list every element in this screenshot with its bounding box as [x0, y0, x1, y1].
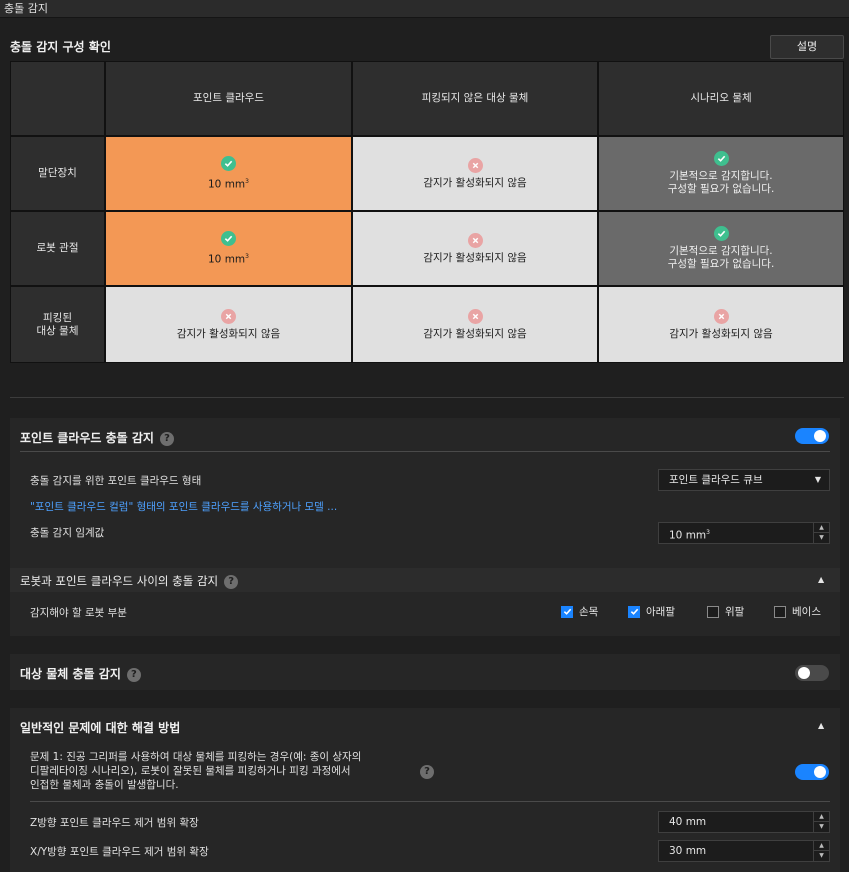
spin-down-icon[interactable]: ▼ [814, 851, 829, 861]
config-title: 충돌 감지 구성 확인 [10, 40, 111, 54]
cross-icon [467, 308, 483, 324]
section-divider [10, 397, 844, 398]
target-toggle[interactable] [795, 665, 829, 681]
xy-range-label: X/Y방향 포인트 클라우드 제거 범위 확장 [30, 846, 209, 858]
chevron-up-icon[interactable]: ▲ [818, 575, 824, 584]
cross-icon [467, 157, 483, 173]
faq-q1-toggle[interactable] [795, 764, 829, 780]
chevron-down-icon: ▼ [814, 475, 821, 484]
check-icon [221, 230, 236, 246]
pointcloud-toggle[interactable] [795, 428, 829, 444]
target-panel: 대상 물체 충돌 감지? [10, 654, 840, 690]
spin-down-icon[interactable]: ▼ [814, 533, 829, 543]
cross-icon [467, 232, 483, 248]
pointcloud-info-link[interactable]: "포인트 클라우드 컬럼" 형태의 포인트 클라우드를 사용하거나 모델 ... [30, 499, 337, 514]
chevron-up-icon[interactable]: ▲ [818, 721, 824, 730]
cell-joint-pointcloud: 10 mm3 [105, 211, 352, 286]
xy-range-spinbox[interactable]: 30 mm ▲ ▼ [658, 840, 830, 862]
spin-up-icon[interactable]: ▲ [814, 841, 829, 851]
matrix-corner [10, 61, 105, 136]
row-header-picked: 피킹된 대상 물체 [10, 286, 105, 363]
pointcloud-panel: 포인트 클라우드 충돌 감지? 충돌 감지를 위한 포인트 클라우드 형태 포인… [10, 418, 840, 636]
checkbox-forearm[interactable]: 아래팔 [628, 604, 675, 619]
cell-joint-unpicked: 감지가 활성화되지 않음 [352, 211, 598, 286]
check-icon [713, 151, 729, 166]
cell-picked-scenario: 감지가 활성화되지 않음 [598, 286, 844, 363]
row-header-endeffector: 말단장치 [10, 136, 105, 211]
z-range-spinbox[interactable]: 40 mm ▲ ▼ [658, 811, 830, 833]
question-icon[interactable]: ? [224, 575, 239, 589]
cell-ee-unpicked: 감지가 활성화되지 않음 [352, 136, 598, 211]
pointcloud-title: 포인트 클라우드 충돌 감지 [20, 431, 154, 445]
cell-joint-scenario: 기본적으로 감지합니다. 구성할 필요가 없습니다. [598, 211, 844, 286]
check-icon [713, 226, 729, 241]
faq-panel: 일반적인 문제에 대한 해결 방법 ▲ 문제 1: 진공 그리퍼를 사용하여 대… [10, 708, 840, 872]
faq-question-1: 문제 1: 진공 그리퍼를 사용하여 대상 물체를 피킹하는 경우(예: 종이 … [30, 751, 362, 791]
checkbox-upperarm[interactable]: 위팔 [707, 604, 744, 619]
faq-title: 일반적인 문제에 대한 해결 방법 [20, 721, 181, 735]
row-header-robotjoint: 로봇 관절 [10, 211, 105, 286]
robot-parts-label: 감지해야 할 로봇 부분 [30, 607, 127, 619]
help-button[interactable]: 설명 [770, 35, 844, 59]
col-header-scenario: 시나리오 물체 [598, 61, 844, 136]
col-header-pointcloud: 포인트 클라우드 [105, 61, 352, 136]
spin-up-icon[interactable]: ▲ [814, 523, 829, 533]
question-icon[interactable]: ? [159, 432, 174, 446]
checkbox-wrist[interactable]: 손목 [561, 604, 598, 619]
shape-select[interactable]: 포인트 클라우드 큐브 ▼ [658, 469, 830, 491]
spin-up-icon[interactable]: ▲ [814, 812, 829, 822]
checkbox-base[interactable]: 베이스 [774, 604, 821, 619]
question-icon[interactable]: ? [126, 668, 141, 682]
robot-subsection-header: 로봇과 포인트 클라우드 사이의 충돌 감지? ▲ [10, 568, 840, 592]
cell-picked-pointcloud: 감지가 활성화되지 않음 [105, 286, 352, 363]
shape-label: 충돌 감지를 위한 포인트 클라우드 형태 [30, 475, 202, 487]
question-icon[interactable]: ? [420, 765, 434, 779]
target-title: 대상 물체 충돌 감지 [20, 667, 121, 681]
spin-down-icon[interactable]: ▼ [814, 822, 829, 832]
cell-ee-scenario: 기본적으로 감지합니다. 구성할 필요가 없습니다. [598, 136, 844, 211]
threshold-label: 충돌 감지 임계값 [30, 527, 105, 539]
threshold-spinbox[interactable]: 10 mm3 ▲ ▼ [658, 522, 830, 544]
col-header-unpicked: 피킹되지 않은 대상 물체 [352, 61, 598, 136]
cell-ee-pointcloud: 10 mm3 [105, 136, 352, 211]
cell-picked-unpicked: 감지가 활성화되지 않음 [352, 286, 598, 363]
cross-icon [221, 308, 236, 324]
cross-icon [713, 308, 729, 324]
z-range-label: Z방향 포인트 클라우드 제거 범위 확장 [30, 817, 199, 829]
collision-matrix: 포인트 클라우드 피킹되지 않은 대상 물체 시나리오 물체 말단장치 10 m… [10, 61, 844, 363]
check-icon [221, 155, 236, 171]
robot-subsection-title: 로봇과 포인트 클라우드 사이의 충돌 감지 [20, 574, 219, 588]
window-title: 충돌 감지 [0, 0, 849, 18]
